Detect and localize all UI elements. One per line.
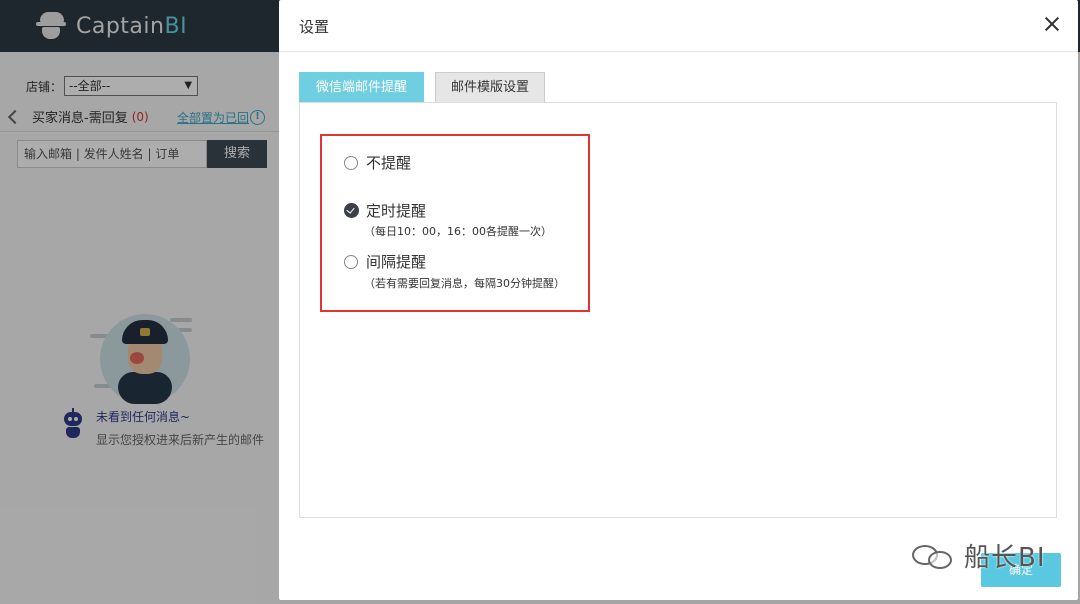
option-note: （若有需要回复消息，每隔30分钟提醒） <box>364 277 565 290</box>
option-label: 定时提醒 <box>366 202 427 220</box>
tab-wechat-email-reminder[interactable]: 微信端邮件提醒 <box>299 72 424 102</box>
modal-header: 设置 <box>279 0 1078 52</box>
radio-unchecked-icon[interactable] <box>344 155 358 170</box>
radio-unchecked-icon[interactable] <box>344 254 358 269</box>
wechat-icon <box>912 541 956 571</box>
modal-title: 设置 <box>299 18 330 36</box>
reminder-settings-panel: 不提醒 定时提醒 （每日10：00，16：00各提醒一次） 间隔提醒 （若有需要… <box>299 102 1057 518</box>
option-label: 间隔提醒 <box>366 253 427 271</box>
highlight-box: 不提醒 定时提醒 （每日10：00，16：00各提醒一次） 间隔提醒 （若有需要… <box>320 134 590 312</box>
option-label: 不提醒 <box>366 154 412 172</box>
option-no-reminder[interactable]: 不提醒 <box>344 152 411 173</box>
tab-email-template-settings[interactable]: 邮件模版设置 <box>435 72 545 102</box>
option-interval-reminder[interactable]: 间隔提醒 <box>344 251 426 272</box>
watermark-text: 船长BI <box>964 543 1046 573</box>
option-scheduled-reminder[interactable]: 定时提醒 <box>344 200 426 221</box>
settings-modal: 设置 微信端邮件提醒 邮件模版设置 不提醒 定时提醒 （每日10：00，16：0… <box>279 0 1078 600</box>
wechat-watermark: 船长BI <box>912 537 1046 574</box>
option-note: （每日10：00，16：00各提醒一次） <box>364 225 552 238</box>
close-icon[interactable] <box>1044 16 1060 32</box>
radio-checked-icon[interactable] <box>344 203 359 218</box>
